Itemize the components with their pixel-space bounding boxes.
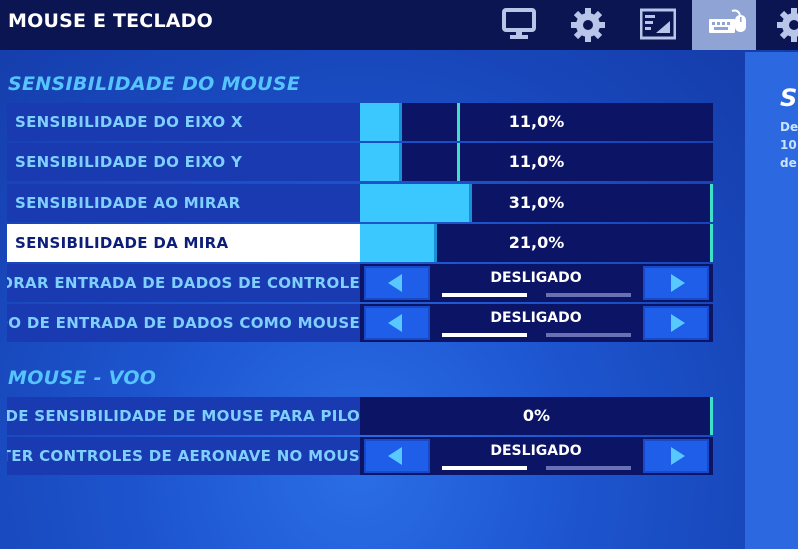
chevron-left-icon bbox=[388, 274, 402, 292]
x-axis-slider[interactable]: 11,0% bbox=[360, 103, 713, 141]
hud-layout-icon bbox=[640, 8, 676, 40]
previous-option-button[interactable] bbox=[364, 266, 430, 300]
gear-icon bbox=[571, 8, 605, 42]
setting-row-ignore-controller[interactable]: GNORAR ENTRADA DE DADOS DE CONTROLE DESL… bbox=[7, 264, 713, 302]
slider-value: 31,0% bbox=[508, 193, 565, 212]
chevron-right-icon bbox=[671, 447, 685, 465]
setting-row-targeting[interactable]: SENSIBILIDADE AO MIRAR 31,0% bbox=[7, 184, 713, 222]
section-header-mouse-flight: MOUSE - VOO bbox=[8, 367, 157, 389]
setting-label: GNORAR ENTRADA DE DADOS DE CONTROLE bbox=[7, 264, 360, 302]
setting-label: SENSIBILIDADE DO EIXO Y bbox=[7, 143, 360, 181]
controller-settings-icon bbox=[777, 8, 798, 42]
tab-game[interactable] bbox=[554, 0, 618, 50]
option-indicator-active bbox=[442, 293, 527, 297]
selector-value: DESLIGADO bbox=[490, 310, 582, 326]
invert-aircraft-selector[interactable]: DESLIGADO bbox=[360, 437, 713, 475]
setting-row-y-axis[interactable]: SENSIBILIDADE DO EIXO Y 11,0% bbox=[7, 143, 713, 181]
chevron-left-icon bbox=[388, 314, 402, 332]
option-indicator-active bbox=[442, 333, 527, 337]
setting-label: ODO DE ENTRADA DE DADOS COMO MOUSE bbox=[7, 304, 360, 342]
previous-option-button[interactable] bbox=[364, 306, 430, 340]
tab-controller[interactable] bbox=[760, 0, 798, 50]
setting-label: R DE SENSIBILIDADE DE MOUSE PARA PILO bbox=[7, 397, 360, 435]
setting-row-input-mode[interactable]: ODO DE ENTRADA DE DADOS COMO MOUSE DESLI… bbox=[7, 304, 713, 342]
page-title: MOUSE E TECLADO bbox=[8, 10, 213, 32]
targeting-slider[interactable]: 31,0% bbox=[360, 184, 713, 222]
setting-row-x-axis[interactable]: SENSIBILIDADE DO EIXO X 11,0% bbox=[7, 103, 713, 141]
previous-option-button[interactable] bbox=[364, 439, 430, 473]
keyboard-mouse-icon bbox=[709, 9, 746, 33]
setting-label: SENSIBILIDADE DO EIXO X bbox=[7, 103, 360, 141]
selector-value: DESLIGADO bbox=[490, 443, 582, 459]
section-header-mouse-sensitivity: SENSIBILIDADE DO MOUSE bbox=[8, 73, 301, 95]
setting-row-scope[interactable]: SENSIBILIDADE DA MIRA 21,0% bbox=[7, 224, 713, 262]
chevron-left-icon bbox=[388, 447, 402, 465]
monitor-icon bbox=[502, 8, 536, 39]
ignore-controller-selector[interactable]: DESLIGADO bbox=[360, 264, 713, 302]
top-bar: MOUSE E TECLADO bbox=[0, 0, 798, 50]
next-option-button[interactable] bbox=[643, 306, 709, 340]
tab-hud[interactable] bbox=[624, 0, 688, 50]
selector-value: DESLIGADO bbox=[490, 270, 582, 286]
scope-slider[interactable]: 21,0% bbox=[360, 224, 713, 262]
y-axis-slider[interactable]: 11,0% bbox=[360, 143, 713, 181]
slider-value: 21,0% bbox=[508, 233, 565, 252]
setting-label: RTER CONTROLES DE AERONAVE NO MOUS bbox=[7, 437, 360, 475]
slider-value: 0% bbox=[522, 406, 551, 425]
next-option-button[interactable] bbox=[643, 439, 709, 473]
setting-label: SENSIBILIDADE AO MIRAR bbox=[7, 184, 360, 222]
option-indicator-active bbox=[442, 466, 527, 470]
option-indicator-inactive bbox=[546, 466, 631, 470]
input-mode-selector[interactable]: DESLIGADO bbox=[360, 304, 713, 342]
flight-multiplier-slider[interactable]: 0% bbox=[360, 397, 713, 435]
option-indicator-inactive bbox=[546, 333, 631, 337]
slider-value: 11,0% bbox=[508, 112, 565, 131]
info-panel: S De 10 de bbox=[745, 52, 798, 549]
tab-video[interactable] bbox=[486, 0, 550, 50]
option-indicator-inactive bbox=[546, 293, 631, 297]
setting-row-invert-aircraft[interactable]: RTER CONTROLES DE AERONAVE NO MOUS DESLI… bbox=[7, 437, 713, 475]
setting-label: SENSIBILIDADE DA MIRA bbox=[7, 224, 360, 262]
next-option-button[interactable] bbox=[643, 266, 709, 300]
chevron-right-icon bbox=[671, 274, 685, 292]
chevron-right-icon bbox=[671, 314, 685, 332]
slider-value: 11,0% bbox=[508, 152, 565, 171]
info-panel-title: S bbox=[780, 84, 798, 112]
setting-row-flight-multiplier[interactable]: R DE SENSIBILIDADE DE MOUSE PARA PILO 0% bbox=[7, 397, 713, 435]
info-panel-text: De 10 de bbox=[780, 120, 798, 170]
tab-mouse-keyboard[interactable] bbox=[692, 0, 756, 50]
